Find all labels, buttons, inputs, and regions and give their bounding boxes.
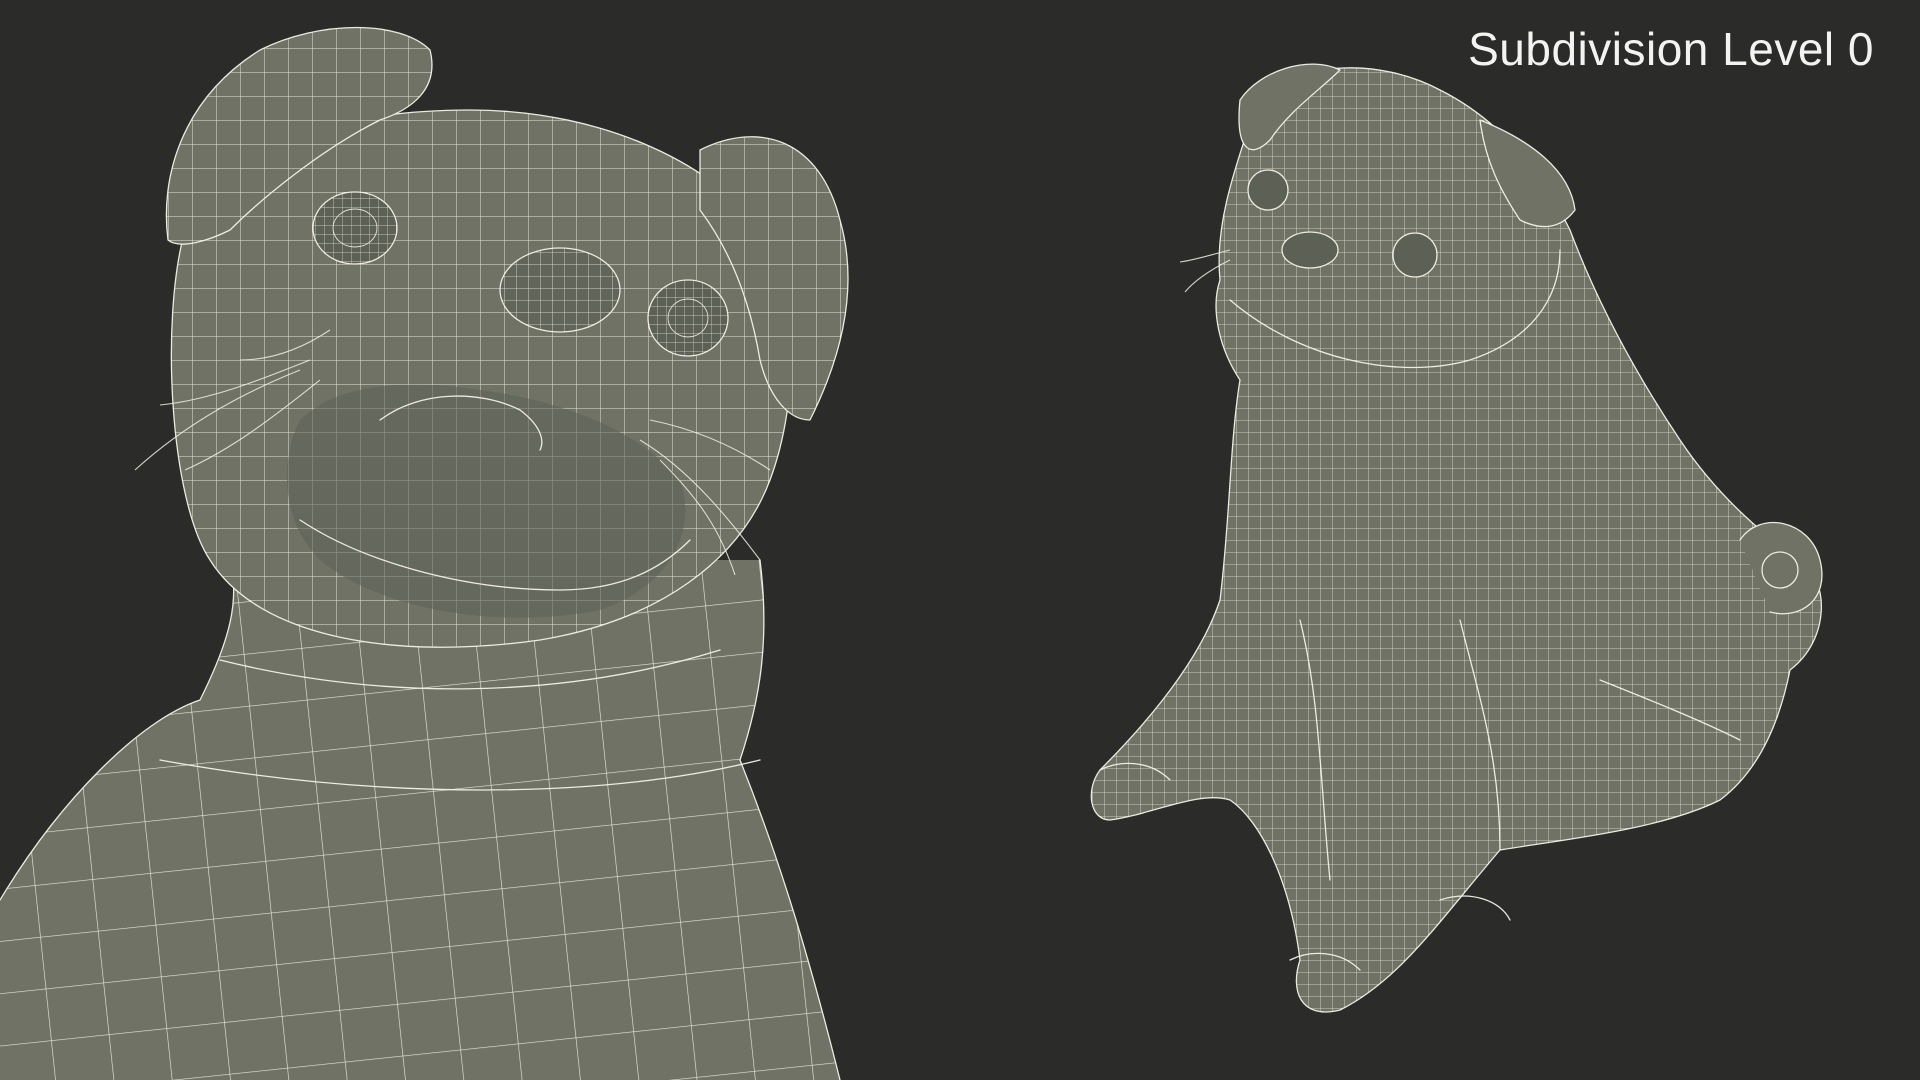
- closeup-eye-left: [312, 191, 398, 265]
- closeup-eye-right: [647, 279, 729, 357]
- subdivision-level-label: Subdivision Level 0: [1468, 23, 1874, 75]
- pug-closeup-view: [0, 26, 1823, 1080]
- pug-fullbody-mesh: [1090, 63, 1823, 1013]
- render-viewport: Subdivision Level 0: [0, 0, 1920, 1080]
